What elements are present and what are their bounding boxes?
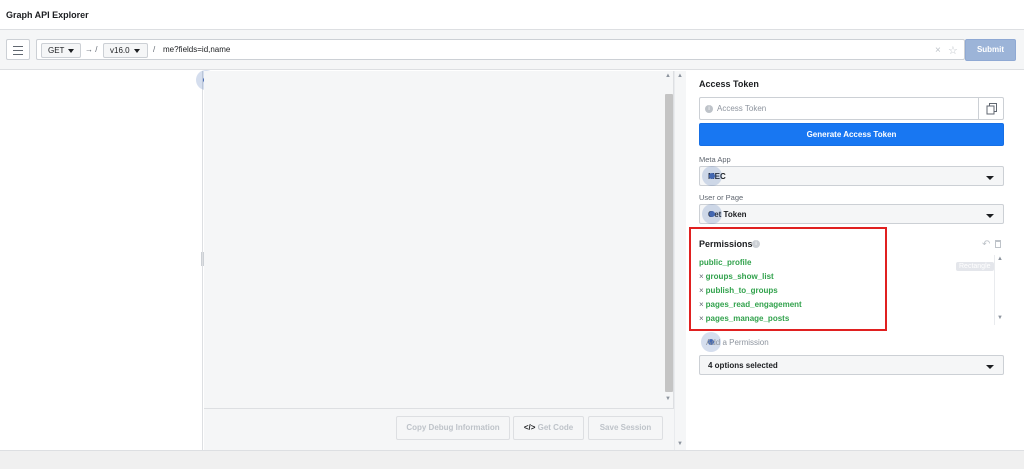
cursor-dot [709, 173, 715, 179]
trash-icon[interactable] [995, 240, 1001, 248]
inner-scroll-down-icon[interactable]: ▼ [665, 396, 671, 402]
permissions-scrollbar[interactable]: ▲ ▼ [994, 255, 1004, 325]
access-token-field[interactable]: i Access Token [699, 97, 1004, 120]
permissions-options-select[interactable]: 4 options selected [699, 355, 1004, 375]
generate-token-button[interactable]: Generate Access Token [699, 123, 1004, 146]
method-value: GET [48, 46, 65, 55]
meta-app-label: Meta App [699, 155, 731, 164]
menu-button[interactable] [6, 39, 30, 60]
user-or-page-select[interactable]: Get Token [699, 204, 1004, 224]
field-divider [978, 98, 979, 119]
tooltip: Rectangle [956, 262, 994, 271]
meta-app-select[interactable]: MEC [699, 166, 1004, 186]
cursor-dot [709, 211, 715, 217]
code-icon: </> [523, 423, 536, 432]
scroll-down-icon[interactable]: ▼ [677, 441, 683, 447]
version-value: v16.0 [110, 46, 130, 55]
hamburger-icon-line [13, 46, 23, 47]
title-bar: Graph API Explorer [0, 0, 1024, 30]
query-path[interactable]: me?fields=id,name [163, 45, 230, 54]
clear-icon[interactable]: × [935, 45, 941, 56]
info-icon: i [705, 105, 713, 113]
undo-icon[interactable]: ↶ [982, 239, 990, 250]
access-token-title: Access Token [699, 79, 759, 89]
footer-bar [0, 450, 1024, 469]
response-editor[interactable] [204, 71, 674, 408]
page-title: Graph API Explorer [6, 10, 89, 20]
chevron-down-icon [986, 365, 994, 369]
chevron-down-icon [986, 214, 994, 218]
version-select[interactable]: v16.0 [103, 43, 148, 58]
hamburger-icon-line [13, 50, 23, 51]
scroll-down-icon[interactable]: ▼ [997, 315, 1003, 321]
chevron-down-icon [68, 48, 75, 53]
copy-icon[interactable] [986, 103, 998, 115]
options-selected-value: 4 options selected [708, 361, 778, 370]
submit-button[interactable]: Submit [965, 39, 1016, 61]
star-icon[interactable]: ☆ [948, 44, 958, 57]
field-explorer-panel [0, 71, 203, 450]
chevron-down-icon [986, 176, 994, 180]
inner-scroll-up-icon[interactable]: ▲ [665, 73, 671, 79]
user-or-page-label: User or Page [699, 193, 744, 202]
scroll-up-icon[interactable]: ▲ [677, 73, 683, 79]
get-code-button[interactable]: </> Get Code [513, 416, 584, 440]
hamburger-icon-line [13, 54, 23, 55]
path-slash: / [153, 45, 156, 54]
get-code-label: Get Code [537, 423, 574, 432]
chevron-down-icon [133, 48, 140, 53]
permissions-highlight-box [689, 227, 887, 331]
save-session-button[interactable]: Save Session [588, 416, 663, 440]
query-input[interactable]: GET → / v16.0 / me?fields=id,name × ☆ [36, 39, 965, 60]
scrollbar-thumb[interactable] [665, 94, 673, 392]
method-select[interactable]: GET [41, 43, 81, 58]
copy-debug-button[interactable]: Copy Debug Information [396, 416, 510, 440]
scroll-up-icon[interactable]: ▲ [997, 256, 1003, 262]
arrow-separator: → / [85, 45, 98, 54]
editor-scrollbar[interactable]: ▲ ▼ [674, 71, 686, 450]
access-token-placeholder: Access Token [717, 104, 767, 113]
add-permission-input[interactable]: Add a Permission [706, 338, 769, 347]
